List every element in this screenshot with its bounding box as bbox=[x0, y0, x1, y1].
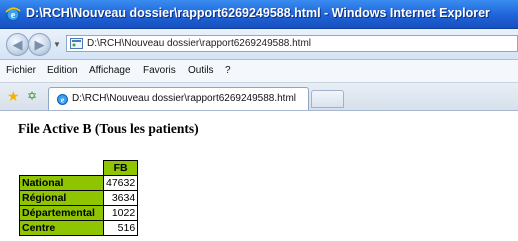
row-label: Régional bbox=[19, 190, 104, 206]
page-heading: File Active B (Tous les patients) bbox=[18, 121, 199, 136]
new-tab-button[interactable] bbox=[311, 90, 344, 108]
row-value: 47632 bbox=[102, 175, 139, 191]
menu-affichage[interactable]: Affichage bbox=[89, 65, 131, 76]
menu-edition[interactable]: Edition bbox=[47, 65, 78, 76]
menu-fichier[interactable]: Fichier bbox=[6, 65, 36, 76]
row-value: 3634 bbox=[102, 190, 139, 206]
recent-pages-dropdown[interactable]: ▼ bbox=[53, 40, 61, 49]
table-row: Départemental 1022 bbox=[19, 205, 139, 221]
menu-bar: Fichier Edition Affichage Favoris Outils… bbox=[0, 60, 518, 83]
table-row: Centre 516 bbox=[19, 220, 139, 236]
svg-text:e: e bbox=[61, 96, 65, 105]
ie-page-icon: e bbox=[57, 94, 68, 105]
ie-logo-icon: e bbox=[5, 7, 21, 22]
menu-outils[interactable]: Outils bbox=[188, 65, 214, 76]
tab-bar: ★ ✡ e D:\RCH\Nouveau dossier\rapport6269… bbox=[0, 83, 518, 111]
back-button[interactable]: ◀ bbox=[6, 33, 29, 56]
page-icon bbox=[70, 38, 83, 49]
forward-arrow-icon: ▶ bbox=[34, 37, 45, 52]
address-field[interactable]: D:\RCH\Nouveau dossier\rapport6269249588… bbox=[66, 35, 518, 52]
address-toolbar: ◀ ▶ ▼ D:\RCH\Nouveau dossier\rapport6269… bbox=[0, 29, 518, 60]
row-value: 516 bbox=[102, 220, 139, 236]
row-label: Départemental bbox=[19, 205, 104, 221]
menu-help[interactable]: ? bbox=[225, 65, 231, 76]
tab-label: D:\RCH\Nouveau dossier\rapport6269249588… bbox=[72, 93, 297, 104]
tab-active[interactable]: e D:\RCH\Nouveau dossier\rapport62692495… bbox=[48, 87, 309, 110]
window-title: D:\RCH\Nouveau dossier\rapport6269249588… bbox=[26, 6, 490, 20]
add-favorite-icon[interactable]: ✡ bbox=[27, 89, 37, 103]
data-table: FB National 47632 Régional 3634 Départem… bbox=[19, 160, 139, 236]
table-row: National 47632 bbox=[19, 175, 139, 191]
menu-favoris[interactable]: Favoris bbox=[143, 65, 176, 76]
forward-button[interactable]: ▶ bbox=[28, 33, 51, 56]
table-row: Régional 3634 bbox=[19, 190, 139, 206]
svg-text:e: e bbox=[11, 10, 16, 21]
column-header-fb: FB bbox=[102, 160, 139, 176]
row-label: Centre bbox=[19, 220, 104, 236]
table-corner-cell bbox=[20, 161, 104, 176]
row-label: National bbox=[19, 175, 104, 191]
row-value: 1022 bbox=[102, 205, 139, 221]
address-url: D:\RCH\Nouveau dossier\rapport6269249588… bbox=[87, 38, 312, 49]
page-content: File Active B (Tous les patients) FB Nat… bbox=[0, 111, 518, 241]
table-header-row: FB bbox=[20, 160, 139, 176]
back-arrow-icon: ◀ bbox=[12, 37, 23, 52]
favorites-star-icon[interactable]: ★ bbox=[7, 89, 20, 103]
window-title-bar: e D:\RCH\Nouveau dossier\rapport62692495… bbox=[0, 0, 518, 29]
